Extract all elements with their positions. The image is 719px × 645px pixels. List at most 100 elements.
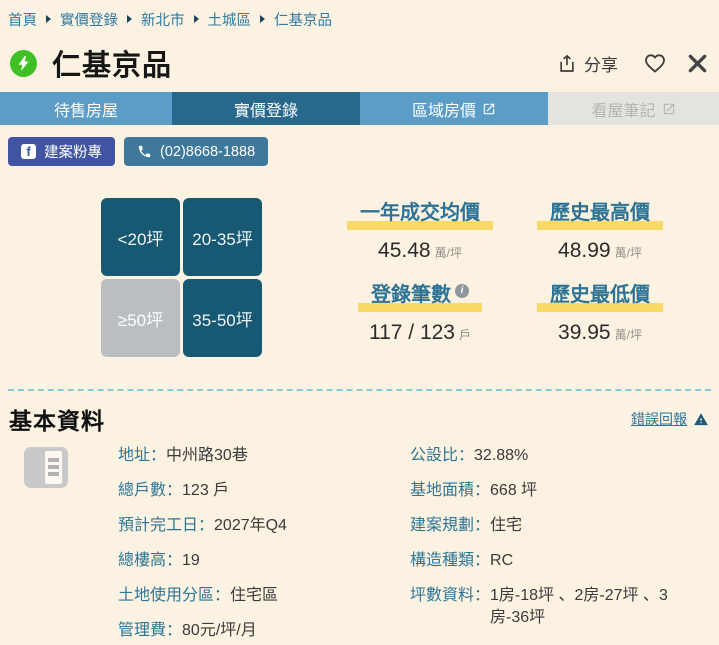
info-row-structure-type: 構造種類： RC (410, 550, 702, 572)
breadcrumb-current: 仁基京品 (274, 9, 332, 30)
heart-icon (642, 51, 668, 75)
info-icon[interactable]: i (455, 284, 469, 298)
info-label: 公設比： (410, 445, 474, 467)
lightning-icon (10, 50, 37, 77)
info-row-site-area: 基地面積： 668 坪 (410, 480, 702, 502)
stat-title: 一年成交均價 (347, 196, 493, 230)
info-label: 地址： (118, 445, 166, 467)
stat-value: 48.99 (558, 239, 611, 263)
info-row-total-units: 總戶數： 123 戶 (118, 480, 404, 502)
chevron-right-icon (46, 15, 51, 23)
info-label: 基地面積： (410, 480, 490, 502)
tab-area-prices[interactable]: 區域房價 (360, 92, 548, 125)
external-link-icon (482, 102, 496, 116)
close-icon (686, 52, 709, 75)
info-row-unit-sizes: 坪數資料： 1房-18坪 、2房-27坪 、3房-36坪 (410, 585, 702, 629)
share-label: 分享 (584, 51, 618, 76)
info-value: RC (490, 550, 513, 572)
stat-value: 45.48 (378, 239, 431, 263)
stat-unit: 戶 (459, 326, 471, 343)
stat-unit: 萬/坪 (435, 244, 462, 261)
facebook-page-button[interactable]: f 建案粉專 (8, 137, 115, 166)
info-label: 管理費： (118, 620, 182, 642)
info-label: 總戶數： (118, 480, 182, 502)
tab-label: 看屋筆記 (591, 97, 655, 121)
stat-title: 歷史最高價 (537, 196, 663, 230)
info-value: 住宅 (490, 515, 522, 537)
error-report-label: 錯誤回報 (631, 409, 687, 429)
info-value: 123 戶 (182, 480, 229, 502)
breadcrumb-district[interactable]: 土城區 (208, 9, 252, 30)
document-icon (24, 447, 68, 488)
stat-avg-price: 一年成交均價 45.48 萬/坪 (330, 196, 510, 278)
stat-highest-price: 歷史最高價 48.99 萬/坪 (510, 196, 690, 278)
info-label: 預計完工日： (118, 515, 214, 537)
tab-bar: 待售房屋 實價登錄 區域房價 看屋筆記 (0, 92, 719, 125)
size-filter-over-50: ≥50坪 (101, 279, 180, 357)
stat-unit: 萬/坪 (615, 326, 642, 343)
size-filter-under-20[interactable]: <20坪 (101, 198, 180, 276)
stat-value: 39.95 (558, 321, 611, 345)
phone-button-label: (02)8668-1888 (160, 144, 255, 160)
tab-label: 實價登錄 (234, 97, 298, 121)
stat-title: 登錄筆數 i (358, 278, 482, 312)
info-row-total-floors: 總樓高： 19 (118, 550, 404, 572)
info-value: 80元/坪/月 (182, 620, 257, 642)
info-row-project-type: 建案規劃： 住宅 (410, 515, 702, 537)
tab-label: 區域房價 (412, 97, 476, 121)
info-value: 1房-18坪 、2房-27坪 、3房-36坪 (490, 585, 702, 629)
tab-viewing-notes[interactable]: 看屋筆記 (548, 92, 719, 125)
breadcrumb: 首頁 實價登錄 新北市 土城區 仁基京品 (0, 0, 719, 34)
info-value: 32.88% (474, 445, 528, 467)
phone-icon (137, 144, 152, 159)
warning-icon (693, 412, 709, 427)
chevron-right-icon (260, 15, 265, 23)
info-value: 2027年Q4 (214, 515, 287, 537)
price-stats: 一年成交均價 45.48 萬/坪 歷史最高價 48.99 萬/坪 登錄筆數 i … (330, 196, 690, 360)
info-row-public-ratio: 公設比： 32.88% (410, 445, 702, 467)
size-filter-20-35[interactable]: 20-35坪 (183, 198, 262, 276)
info-value: 中州路30巷 (166, 445, 248, 467)
breadcrumb-city[interactable]: 新北市 (141, 9, 185, 30)
facebook-button-label: 建案粉專 (44, 141, 102, 162)
tab-label: 待售房屋 (54, 97, 118, 121)
header: 仁基京品 分享 (10, 38, 709, 88)
info-row-zoning: 土地使用分區： 住宅區 (118, 585, 404, 607)
info-label: 構造種類： (410, 550, 490, 572)
page-title: 仁基京品 (52, 42, 172, 84)
info-label: 土地使用分區： (118, 585, 230, 607)
info-label: 建案規劃： (410, 515, 490, 537)
stat-title: 歷史最低價 (537, 278, 663, 312)
phone-call-button[interactable]: (02)8668-1888 (124, 137, 268, 166)
stat-registered-count: 登錄筆數 i 117 / 123 戶 (330, 278, 510, 360)
stat-lowest-price: 歷史最低價 39.95 萬/坪 (510, 278, 690, 360)
basic-info-right-column: 公設比： 32.88% 基地面積： 668 坪 建案規劃： 住宅 構造種類： R… (410, 445, 702, 642)
tab-price-registry-active[interactable]: 實價登錄 (172, 92, 360, 125)
info-value: 住宅區 (230, 585, 278, 607)
breadcrumb-price-registry[interactable]: 實價登錄 (60, 9, 118, 30)
section-title: 基本資料 (9, 402, 105, 436)
property-detail-page: 首頁 實價登錄 新北市 土城區 仁基京品 仁基京品 分享 (0, 0, 719, 645)
chevron-right-icon (127, 15, 132, 23)
facebook-icon: f (21, 144, 36, 159)
info-row-address: 地址： 中州路30巷 (118, 445, 404, 467)
info-value: 668 坪 (490, 480, 537, 502)
share-button[interactable]: 分享 (557, 51, 618, 76)
breadcrumb-home[interactable]: 首頁 (8, 9, 37, 30)
dashed-divider (8, 389, 711, 391)
stat-value: 117 / 123 (369, 321, 455, 345)
info-label: 總樓高： (118, 550, 182, 572)
size-filter-35-50[interactable]: 35-50坪 (183, 279, 262, 357)
size-filter-grid: <20坪 20-35坪 ≥50坪 35-50坪 (101, 198, 262, 357)
error-report-link[interactable]: 錯誤回報 (631, 409, 709, 429)
tab-for-sale[interactable]: 待售房屋 (0, 92, 172, 125)
close-button[interactable] (686, 52, 709, 75)
info-label: 坪數資料： (410, 585, 490, 629)
share-icon (557, 53, 577, 74)
stat-unit: 萬/坪 (615, 244, 642, 261)
external-link-icon (662, 102, 676, 116)
favorite-button[interactable] (642, 51, 668, 75)
info-row-completion-date: 預計完工日： 2027年Q4 (118, 515, 404, 537)
action-buttons: f 建案粉專 (02)8668-1888 (8, 137, 268, 166)
basic-info-left-column: 地址： 中州路30巷 總戶數： 123 戶 預計完工日： 2027年Q4 總樓高… (118, 445, 404, 645)
